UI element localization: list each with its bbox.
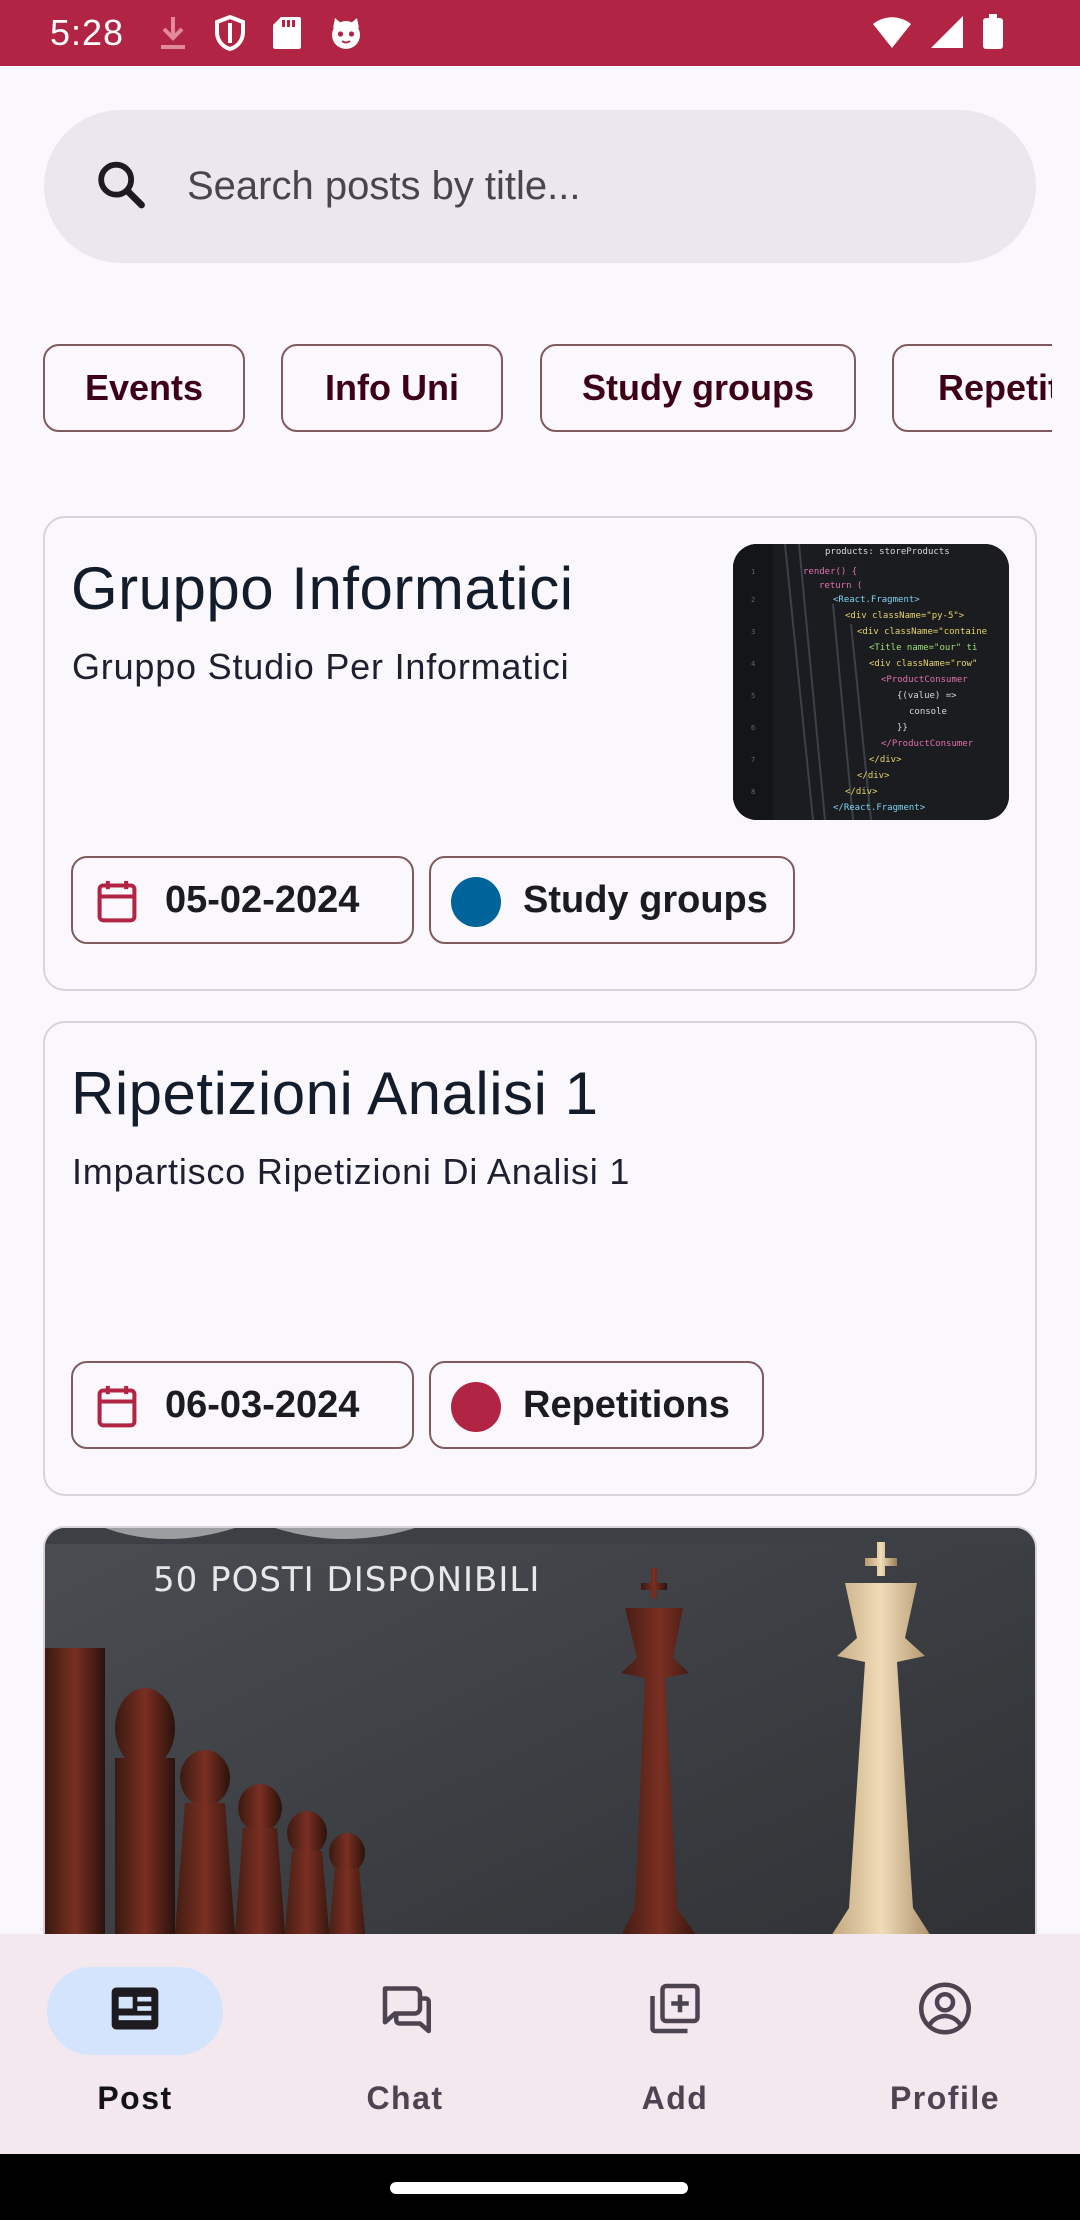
svg-text:6: 6 bbox=[751, 724, 755, 732]
post-title: Gruppo Informatici bbox=[71, 555, 574, 622]
search-input[interactable] bbox=[187, 110, 1007, 263]
nav-label-post: Post bbox=[97, 2080, 173, 2116]
nav-item-chat[interactable]: Chat bbox=[270, 1934, 540, 2154]
svg-text:products: storeProducts: products: storeProducts bbox=[825, 547, 950, 557]
svg-text:render() {: render() { bbox=[803, 567, 857, 577]
nav-item-add[interactable]: Add bbox=[540, 1934, 810, 2154]
wifi-icon bbox=[872, 15, 912, 49]
post-subtitle: Impartisco Ripetizioni Di Analisi 1 bbox=[72, 1151, 631, 1192]
post-category-chip[interactable]: Study groups bbox=[429, 856, 795, 944]
category-color-dot bbox=[451, 877, 501, 927]
status-notification-icons bbox=[158, 15, 364, 51]
filter-chip-repetitions[interactable]: Repetitions bbox=[892, 344, 1052, 432]
svg-text:4: 4 bbox=[751, 660, 755, 668]
svg-text:return (: return ( bbox=[819, 581, 862, 591]
post-category: Repetitions bbox=[523, 1384, 730, 1426]
nav-label-add: Add bbox=[641, 2080, 709, 2116]
svg-text:2: 2 bbox=[751, 596, 755, 604]
post-date-chip[interactable]: 05-02-2024 bbox=[71, 856, 414, 944]
nav-item-profile[interactable]: Profile bbox=[810, 1934, 1080, 2154]
account-circle-icon bbox=[915, 1979, 975, 2044]
cat-face-icon bbox=[328, 16, 364, 50]
sd-card-icon bbox=[272, 16, 302, 50]
svg-text:</div>: </div> bbox=[845, 787, 878, 797]
svg-text:<ProductConsumer: <ProductConsumer bbox=[881, 675, 968, 685]
filter-chip-info-uni[interactable]: Info Uni bbox=[281, 344, 503, 432]
post-date-chip[interactable]: 06-03-2024 bbox=[71, 1361, 414, 1449]
svg-text:5: 5 bbox=[751, 692, 755, 700]
svg-text:</ProductConsumer: </ProductConsumer bbox=[881, 739, 974, 749]
library-add-icon bbox=[645, 1979, 705, 2044]
search-bar[interactable] bbox=[44, 110, 1036, 263]
post-category: Study groups bbox=[523, 879, 768, 921]
chat-icon bbox=[375, 1979, 435, 2044]
svg-text:8: 8 bbox=[751, 788, 755, 796]
svg-text:<div className="containe: <div className="containe bbox=[857, 627, 987, 637]
nav-label-profile: Profile bbox=[889, 2080, 1001, 2116]
filter-chip-events[interactable]: Events bbox=[43, 344, 245, 432]
post-date: 05-02-2024 bbox=[165, 879, 360, 921]
bottom-navigation: Post Chat Add Profile bbox=[0, 1934, 1080, 2154]
post-category-chip[interactable]: Repetitions bbox=[429, 1361, 764, 1449]
svg-text:console: console bbox=[909, 707, 947, 717]
home-gesture-handle[interactable] bbox=[390, 2182, 688, 2194]
post-card[interactable]: Gruppo Informatici Gruppo Studio Per Inf… bbox=[43, 516, 1037, 991]
post-title: Ripetizioni Analisi 1 bbox=[71, 1060, 599, 1127]
svg-text:<React.Fragment>: <React.Fragment> bbox=[833, 595, 920, 605]
search-icon[interactable] bbox=[92, 155, 150, 218]
filter-chip-study-groups[interactable]: Study groups bbox=[540, 344, 856, 432]
signal-icon bbox=[930, 15, 964, 49]
shield-icon bbox=[214, 15, 246, 51]
system-navigation-bar bbox=[0, 2154, 1080, 2220]
category-filter-row[interactable]: Events Info Uni Study groups Repetitions bbox=[0, 344, 1052, 432]
article-icon bbox=[107, 1981, 163, 2042]
svg-text:7: 7 bbox=[751, 756, 755, 764]
post-date: 06-03-2024 bbox=[165, 1384, 360, 1426]
svg-text:}}: }} bbox=[897, 723, 908, 733]
post-thumbnail-code-image: products: storeProducts render() { retur… bbox=[733, 544, 1009, 820]
status-time: 5:28 bbox=[50, 12, 125, 53]
download-icon bbox=[158, 15, 188, 51]
svg-text:3: 3 bbox=[751, 628, 755, 636]
calendar-icon bbox=[95, 1383, 139, 1441]
svg-text:</div>: </div> bbox=[857, 771, 890, 781]
svg-text:<Title name="our" ti: <Title name="our" ti bbox=[869, 643, 977, 653]
status-system-icons bbox=[872, 14, 1004, 50]
battery-icon bbox=[982, 14, 1004, 50]
svg-text:<div className="row": <div className="row" bbox=[869, 659, 977, 669]
poster-caption: 50 POSTI DISPONIBILI bbox=[153, 1560, 541, 1600]
category-color-dot bbox=[451, 1382, 501, 1432]
nav-label-chat: Chat bbox=[366, 2080, 444, 2116]
calendar-icon bbox=[95, 878, 139, 936]
nav-item-post[interactable]: Post bbox=[0, 1934, 270, 2154]
post-card-image[interactable]: 50 POSTI DISPONIBILI bbox=[43, 1526, 1037, 1996]
post-subtitle: Gruppo Studio Per Informatici bbox=[72, 646, 570, 687]
svg-text:<div className="py-5">: <div className="py-5"> bbox=[845, 611, 965, 621]
svg-text:</React.Fragment>: </React.Fragment> bbox=[833, 803, 926, 813]
post-card[interactable]: Ripetizioni Analisi 1 Impartisco Ripetiz… bbox=[43, 1021, 1037, 1496]
svg-text:1: 1 bbox=[751, 568, 755, 576]
svg-text:{(value) =>: {(value) => bbox=[897, 691, 957, 701]
svg-text:</div>: </div> bbox=[869, 755, 902, 765]
status-bar: 5:28 bbox=[0, 0, 1080, 66]
